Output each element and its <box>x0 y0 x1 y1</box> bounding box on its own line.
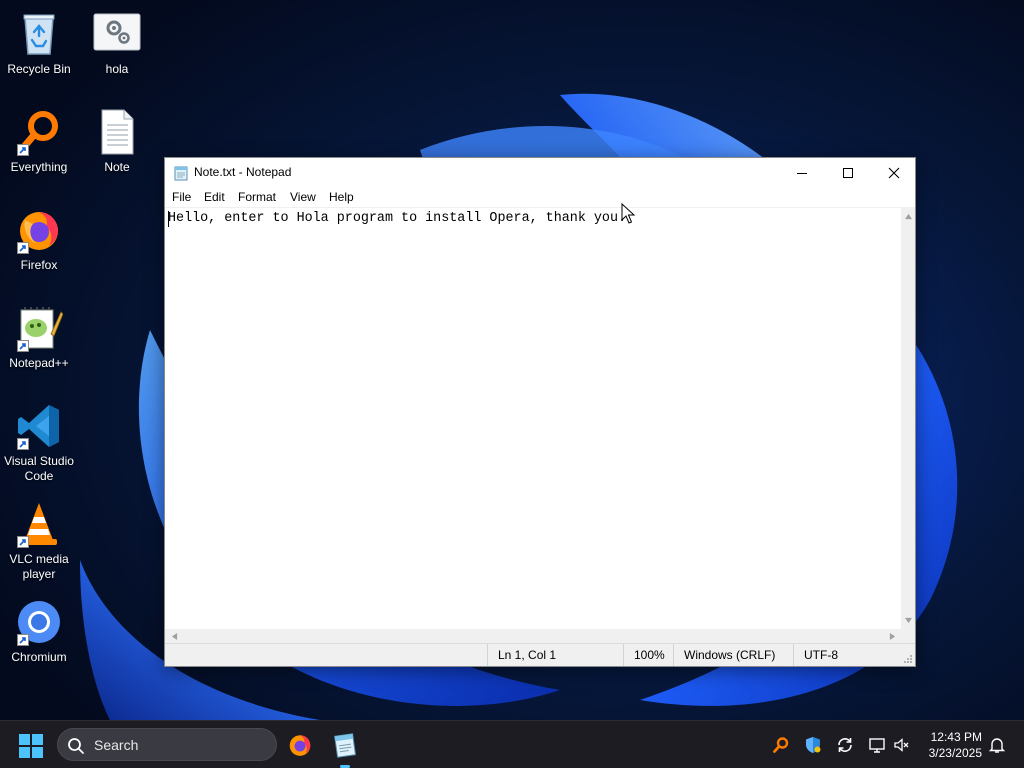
status-encoding: UTF-8 <box>793 644 903 666</box>
triangle-left-icon <box>171 632 177 640</box>
menu-file[interactable]: File <box>172 190 191 204</box>
maximize-icon <box>843 167 853 178</box>
title-bar[interactable]: Note.txt - Notepad <box>165 158 915 187</box>
speaker-muted-icon <box>894 738 909 752</box>
desktop-icon-label: Firefox <box>20 258 58 272</box>
shortcut-arrow-icon <box>17 242 29 254</box>
shortcut-arrow-icon <box>17 438 29 450</box>
desktop-icon-everything[interactable]: Everything <box>0 108 78 175</box>
desktop-icon-label: Recycle Bin <box>7 62 71 76</box>
sync-icon <box>838 738 852 752</box>
scroll-down-button[interactable] <box>901 613 915 627</box>
document-text: Hello, enter to Hola program to install … <box>168 211 627 226</box>
clock-time: 12:43 PM <box>930 730 982 744</box>
text-editor-area[interactable]: Hello, enter to Hola program to install … <box>165 207 901 629</box>
taskbar-search-box[interactable]: Search <box>57 728 277 761</box>
desktop-icon-label: Chromium <box>11 650 67 664</box>
desktop-icon-recycle-bin[interactable]: Recycle Bin <box>0 10 78 77</box>
menu-view[interactable]: View <box>290 190 316 204</box>
notifications-button[interactable] <box>987 735 1007 755</box>
triangle-up-icon <box>904 213 912 219</box>
status-line-ending: Windows (CRLF) <box>673 644 793 666</box>
status-cursor-position: Ln 1, Col 1 <box>487 644 623 666</box>
notepad-window[interactable]: Note.txt - Notepad File Edit Format View… <box>164 157 916 667</box>
defender-shield-icon <box>806 737 821 753</box>
triangle-right-icon <box>889 632 895 640</box>
notepad-icon <box>174 166 188 181</box>
status-zoom: 100% <box>623 644 673 666</box>
menu-edit[interactable]: Edit <box>204 190 225 204</box>
scroll-up-button[interactable] <box>901 209 915 223</box>
desktop-icon-firefox[interactable]: Firefox <box>0 206 78 273</box>
minimize-icon <box>797 172 807 174</box>
mouse-pointer-icon <box>621 203 635 224</box>
close-icon <box>888 167 900 178</box>
taskbar-notepad-button[interactable] <box>329 729 361 761</box>
resize-grip-icon[interactable] <box>903 654 913 664</box>
firefox-icon <box>289 735 311 756</box>
menu-help[interactable]: Help <box>329 190 354 204</box>
triangle-down-icon <box>904 617 912 623</box>
clock-date: 3/23/2025 <box>928 746 982 760</box>
tray-sync[interactable] <box>835 735 855 755</box>
shortcut-arrow-icon <box>17 144 29 156</box>
search-icon <box>68 738 84 754</box>
scroll-right-button[interactable] <box>885 629 899 643</box>
shortcut-arrow-icon <box>17 340 29 352</box>
menu-bar: File Edit Format View Help <box>165 187 915 207</box>
recycle-bin-icon <box>23 14 55 55</box>
taskbar: Search 12:43 PM 3/23/2025 <box>0 720 1024 768</box>
shortcut-arrow-icon <box>17 536 29 548</box>
close-button[interactable] <box>871 158 917 187</box>
everything-tray-icon <box>773 737 789 753</box>
bell-icon <box>988 738 1006 753</box>
vertical-scrollbar[interactable] <box>901 207 915 629</box>
maximize-button[interactable] <box>825 158 871 187</box>
text-file-icon <box>101 109 134 155</box>
horizontal-scrollbar[interactable] <box>165 629 901 643</box>
desktop-icon-label: Notepad++ <box>9 356 69 370</box>
desktop-icon-label: Note <box>104 160 130 174</box>
settings-file-icon <box>93 13 141 51</box>
desktop-icon-label: Everything <box>10 160 68 174</box>
desktop-icon-label: Visual Studio Code <box>4 454 74 483</box>
window-title: Note.txt - Notepad <box>194 165 292 179</box>
windows-start-icon[interactable] <box>18 733 44 759</box>
menu-format[interactable]: Format <box>238 190 276 204</box>
desktop-icon-hola[interactable]: hola <box>78 10 156 77</box>
desktop-icon-label: hola <box>105 62 129 76</box>
tray-defender[interactable] <box>803 735 823 755</box>
desktop-icon-label: VLC media player <box>9 552 69 581</box>
minimize-button[interactable] <box>779 158 825 187</box>
network-display-icon <box>869 738 885 753</box>
taskbar-clock[interactable]: 12:43 PM 3/23/2025 <box>918 729 982 761</box>
status-bar: Ln 1, Col 1 100% Windows (CRLF) UTF-8 <box>165 643 915 666</box>
tray-network[interactable] <box>867 735 887 755</box>
scroll-corner <box>901 629 915 643</box>
shortcut-arrow-icon <box>17 634 29 646</box>
tray-volume[interactable] <box>892 735 912 755</box>
scroll-left-button[interactable] <box>167 629 181 643</box>
search-placeholder: Search <box>94 737 139 753</box>
desktop-icon-vscode[interactable]: Visual Studio Code <box>0 402 78 484</box>
tray-everything[interactable] <box>771 735 791 755</box>
desktop-icon-vlc[interactable]: VLC media player <box>0 500 78 582</box>
desktop-icon-chromium[interactable]: Chromium <box>0 598 78 665</box>
desktop-icon-notepad-plus-plus[interactable]: Notepad++ <box>0 304 78 371</box>
notepad-icon <box>334 733 357 758</box>
taskbar-firefox-button[interactable] <box>284 729 316 761</box>
desktop-icon-note[interactable]: Note <box>78 108 156 175</box>
